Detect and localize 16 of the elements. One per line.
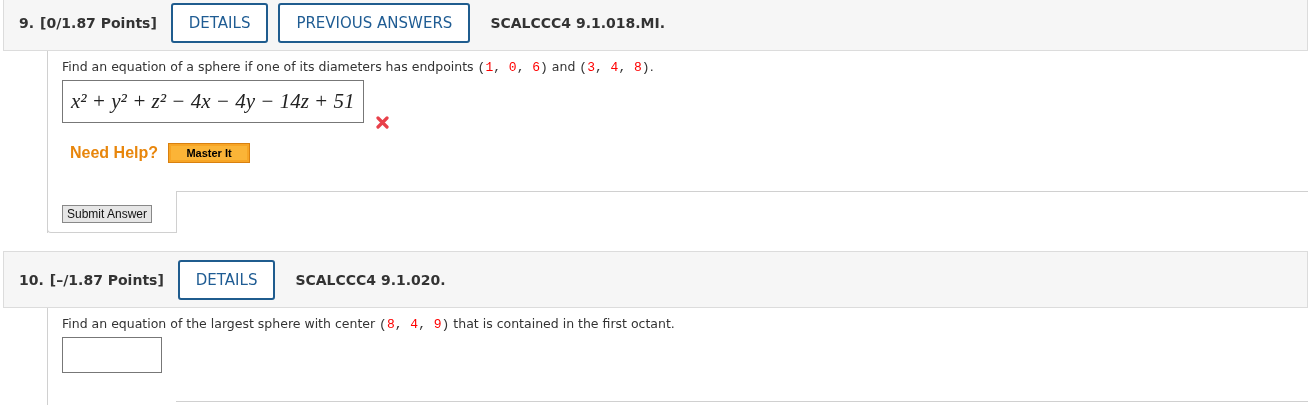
answer-field[interactable]: x² + y² + z² − 4x − 4y − 14z + 51 <box>62 80 364 123</box>
question-code: SCALCCC4 9.1.020. <box>295 271 446 288</box>
header-button[interactable]: PREVIOUS ANSWERS <box>278 2 471 43</box>
header-button[interactable]: DETAILS <box>170 2 269 43</box>
points-label: [0/1.87 Points] <box>40 14 157 31</box>
question-text: Find an equation of the largest sphere with center (8, 4, 9) that is contained in the first octant. <box>62 316 676 332</box>
answer-field[interactable] <box>62 337 162 373</box>
points-label: [–/1.87 Points] <box>49 271 164 288</box>
question-text: Find an equation of a sphere if one of its diameters has endpoints (1, 0, 6) and (3, 4, 8). <box>62 59 655 75</box>
master-it-button[interactable]: Master It <box>168 143 250 163</box>
question-code: SCALCCC4 9.1.018.MI. <box>490 14 666 31</box>
header-button[interactable]: DETAILS <box>177 259 276 300</box>
need-help-label: Need Help? <box>70 144 158 162</box>
submit-answer-button[interactable]: Submit Answer <box>62 205 153 223</box>
question-number: 9. <box>19 14 35 31</box>
question-number: 10. <box>19 271 44 288</box>
